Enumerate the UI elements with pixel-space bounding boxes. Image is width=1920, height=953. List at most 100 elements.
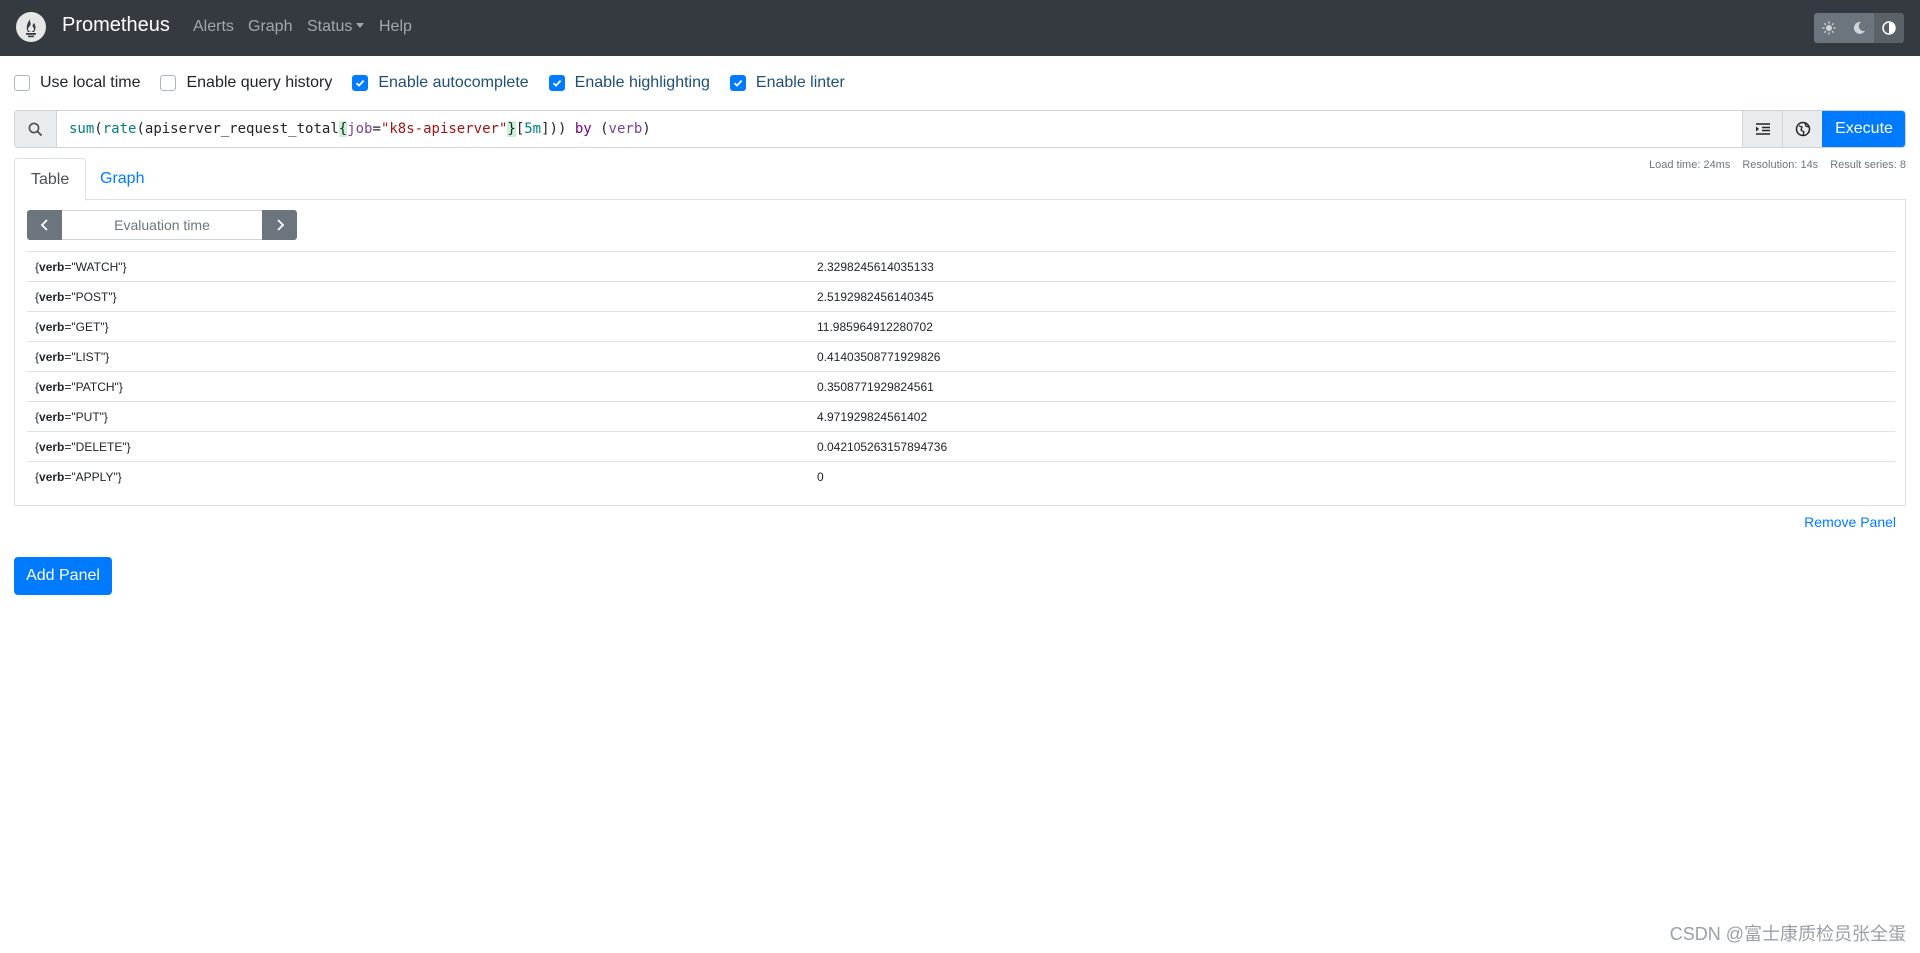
label-key: verb	[39, 259, 65, 274]
option-enable-highlighting[interactable]: Enable highlighting	[548, 74, 710, 92]
table-row: {verb="LIST"} 0.41403508771929826	[27, 341, 1895, 371]
label-key: verb	[39, 469, 65, 484]
token-duration: 5m	[524, 121, 542, 137]
results-table: {verb="WATCH"} 2.3298245614035133 {verb="P…	[27, 251, 1895, 491]
label-key: verb	[39, 319, 65, 334]
label-enable-linter: Enable linter	[755, 74, 845, 91]
metrics-explorer-icon[interactable]	[1782, 111, 1822, 147]
evaluation-time-control: Evaluation time	[27, 210, 297, 240]
panel-tabs: Table Graph	[14, 158, 1906, 201]
label-value: "APPLY"	[71, 469, 118, 484]
watermark: CSDN @富士康质检员张全蛋	[1669, 924, 1906, 944]
label-enable-autocomplete: Enable autocomplete	[378, 74, 529, 91]
execute-button[interactable]: Execute	[1822, 111, 1905, 147]
label-key: verb	[39, 439, 65, 454]
token-brace-close: }	[507, 121, 516, 137]
label-value: "WATCH"	[71, 259, 123, 274]
nav-status-label: Status	[307, 18, 353, 35]
dark-theme-icon[interactable]	[1844, 13, 1874, 43]
series-value: 4.971929824561402	[817, 409, 928, 424]
check-icon	[552, 79, 561, 87]
prometheus-logo-icon[interactable]	[16, 12, 46, 42]
tab-table[interactable]: Table	[14, 158, 87, 201]
label-key: verb	[39, 379, 65, 394]
format-expression-icon[interactable]	[1742, 111, 1782, 147]
query-bar: sum(rate(apiserver_request_total{job = "k8…	[14, 110, 1906, 148]
next-time-button[interactable]	[262, 210, 297, 240]
nav-graph[interactable]: Graph	[248, 18, 292, 36]
tab-graph[interactable]: Graph	[84, 158, 160, 200]
chevron-left-icon	[40, 219, 48, 231]
label-use-local-time: Use local time	[40, 74, 141, 91]
label-value: "PUT"	[71, 409, 104, 424]
checkbox-enable-autocomplete[interactable]	[352, 75, 369, 91]
token-fn-sum: sum	[69, 121, 95, 137]
label-enable-query-history: Enable query history	[186, 74, 333, 91]
series-labels: {verb="GET"}	[35, 319, 109, 334]
label-enable-highlighting: Enable highlighting	[574, 74, 710, 91]
token-fn-rate: rate	[102, 121, 137, 137]
check-icon	[733, 79, 743, 87]
series-labels: {verb="LIST"}	[35, 349, 110, 364]
table-panel: Evaluation time {verb="WATCH"} 2.32982456…	[14, 199, 1906, 506]
table-row: {verb="POST"} 2.5192982456140345	[27, 281, 1895, 311]
series-value: 11.985964912280702	[817, 319, 933, 334]
label-value: "GET"	[71, 319, 105, 334]
token-metric: apiserver_request_total	[144, 121, 339, 137]
option-enable-query-history[interactable]: Enable query history	[160, 74, 332, 92]
label-value: "LIST"	[71, 349, 106, 364]
prev-time-button[interactable]	[27, 210, 62, 240]
series-value: 2.3298245614035133	[817, 259, 934, 274]
token-label-value: "k8s-apiserver"	[380, 121, 508, 137]
query-options: Use local time Enable query history Enab…	[14, 72, 865, 94]
series-labels: {verb="APPLY"}	[35, 469, 122, 484]
evaluation-time-input[interactable]: Evaluation time	[62, 210, 262, 240]
token-keyword-by: by	[574, 121, 592, 137]
navbar: Prometheus Alerts Graph Status Help	[0, 0, 1920, 56]
series-value: 0.41403508771929826	[817, 349, 941, 364]
caret-down-icon	[356, 23, 365, 28]
light-theme-icon[interactable]	[1814, 13, 1844, 43]
checkbox-enable-linter[interactable]	[729, 75, 746, 91]
nav-help[interactable]: Help	[379, 18, 412, 36]
option-enable-autocomplete[interactable]: Enable autocomplete	[352, 74, 529, 92]
series-labels: {verb="POST"}	[35, 289, 117, 304]
brand-link[interactable]: Prometheus	[62, 14, 170, 37]
label-key: verb	[39, 349, 65, 364]
label-value: "PATCH"	[71, 379, 119, 394]
label-key: verb	[39, 409, 65, 424]
token-group-label: verb	[608, 121, 643, 137]
series-value: 0.042105263157894736	[817, 439, 948, 454]
theme-toggle-group	[1814, 13, 1904, 43]
token-brace-open: {	[338, 121, 348, 137]
nav-status[interactable]: Status	[307, 18, 365, 36]
series-value: 0.3508771929824561	[817, 379, 934, 394]
series-labels: {verb="PATCH"}	[35, 379, 123, 394]
option-enable-linter[interactable]: Enable linter	[729, 74, 845, 92]
table-row: {verb="PUT"} 4.971929824561402	[27, 401, 1895, 431]
search-icon	[15, 111, 57, 147]
label-value: "POST"	[71, 289, 113, 304]
expression-input[interactable]: sum(rate(apiserver_request_total{job = "k8…	[57, 111, 1742, 147]
nav-alerts[interactable]: Alerts	[193, 18, 234, 36]
option-use-local-time[interactable]: Use local time	[14, 74, 140, 92]
series-labels: {verb="PUT"}	[35, 409, 108, 424]
checkbox-use-local-time[interactable]	[14, 75, 30, 91]
table-row: {verb="DELETE"} 0.042105263157894736	[27, 431, 1895, 461]
remove-panel-link[interactable]: Remove Panel	[1804, 514, 1896, 530]
label-value: "DELETE"	[71, 439, 127, 454]
check-icon	[356, 79, 365, 87]
series-labels: {verb="DELETE"}	[35, 439, 131, 454]
series-labels: {verb="WATCH"}	[35, 259, 127, 274]
table-row: {verb="PATCH"} 0.3508771929824561	[27, 371, 1895, 401]
auto-theme-icon[interactable]	[1874, 13, 1904, 43]
token-label-name: job	[347, 121, 373, 137]
checkbox-enable-highlighting[interactable]	[548, 75, 565, 91]
table-row: {verb="APPLY"} 0	[27, 461, 1895, 491]
chevron-right-icon	[276, 219, 284, 231]
checkbox-enable-query-history[interactable]	[160, 75, 177, 91]
series-value: 0	[817, 469, 824, 484]
series-value: 2.5192982456140345	[817, 289, 934, 304]
add-panel-button[interactable]: Add Panel	[14, 557, 112, 595]
table-row: {verb="WATCH"} 2.3298245614035133	[27, 251, 1895, 281]
